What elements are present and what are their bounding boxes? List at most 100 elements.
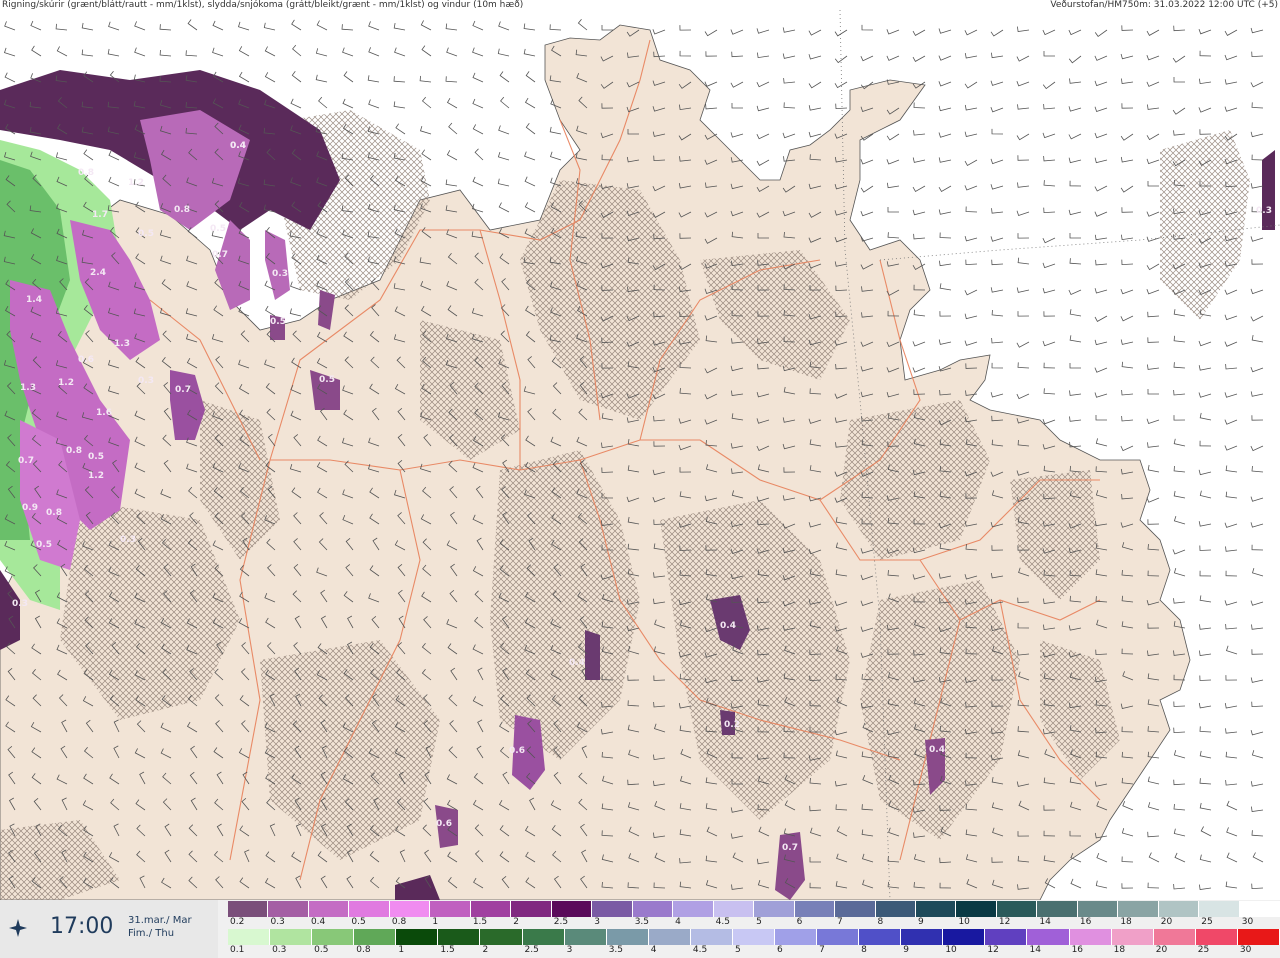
precip-value-label: 0.5 <box>319 375 335 385</box>
snow-swatch <box>1037 901 1078 917</box>
snow-label: 20 <box>1160 917 1173 927</box>
rain-swatch <box>943 929 986 945</box>
rain-swatch <box>270 929 313 945</box>
rain-swatch <box>859 929 902 945</box>
rain-label: 1.5 <box>440 945 455 955</box>
rain-label: 4.5 <box>692 945 708 955</box>
snow-swatch <box>673 901 714 917</box>
snow-label: 0.8 <box>391 917 407 927</box>
rain-swatch <box>901 929 944 945</box>
snow-swatch <box>835 901 876 917</box>
rain-label: 30 <box>1239 945 1252 955</box>
snow-swatch <box>389 901 431 917</box>
precip-value-label: 0.4 <box>929 745 945 755</box>
rain-swatch <box>228 929 271 945</box>
rain-label: 2 <box>482 945 489 955</box>
rain-label: 0.8 <box>356 945 371 955</box>
snow-swatch <box>228 901 269 917</box>
precip-value-label: 0.6 <box>436 819 452 829</box>
precip-value-label: 1.2 <box>88 471 104 481</box>
snow-label: 25 <box>1201 917 1213 927</box>
snow-swatch <box>430 901 471 917</box>
rain-label: 25 <box>1197 945 1210 955</box>
forecast-date: 31.mar./ Mar Fim./ Thu <box>128 914 192 940</box>
precip-value-label: 1.3 <box>114 339 130 349</box>
snow-swatch <box>308 901 350 917</box>
snow-label: 8 <box>877 917 884 927</box>
rain-swatch <box>438 929 481 945</box>
snow-label: 18 <box>1120 917 1132 927</box>
snow-label: 1.5 <box>472 917 488 927</box>
rain-label: 2.5 <box>524 945 539 955</box>
precip-value-label: 0.4 <box>720 621 736 631</box>
snow-swatch <box>996 901 1038 917</box>
rain-swatch <box>985 929 1028 945</box>
precip-value-label: 0.7 <box>175 385 191 395</box>
rain-swatch <box>1153 929 1196 945</box>
precip-value-label: 1.6 <box>96 408 112 418</box>
precip-value-label: 0.8 <box>78 168 94 178</box>
rain-label: 9 <box>903 945 909 955</box>
rain-swatch <box>1027 929 1070 945</box>
rain-swatch <box>564 929 607 945</box>
precip-value-label: 0.4 <box>230 141 246 151</box>
rain-label: 12 <box>987 945 999 955</box>
precip-value-label: 0.3 <box>12 599 28 609</box>
snow-swatch <box>349 901 390 917</box>
rain-label: 20 <box>1155 945 1168 955</box>
precip-value-label: 1.3 <box>20 383 36 393</box>
rain-label: 0.5 <box>314 945 329 955</box>
time-panel[interactable]: 17:00 31.mar./ Mar Fim./ Thu <box>0 900 218 958</box>
rain-label: 0.3 <box>272 945 287 955</box>
rain-label: 18 <box>1113 945 1126 955</box>
snow-swatch <box>1118 901 1159 917</box>
precip-value-label: 0.7 <box>212 250 228 260</box>
precip-value-label: 1.4 <box>26 295 42 305</box>
snow-label: 16 <box>1079 917 1092 927</box>
snow-swatch <box>1199 901 1240 917</box>
snow-label: 0.5 <box>351 917 366 927</box>
map-title: Rigning/skúrir (grænt/blátt/rautt - mm/1… <box>2 0 524 10</box>
precip-value-label: 0.3 <box>272 269 288 279</box>
precip-value-label: 0.5 <box>210 224 226 234</box>
rain-label: 16 <box>1071 945 1084 955</box>
precip-value-label: 0.5 <box>88 452 104 462</box>
rain-swatch <box>312 929 355 945</box>
snow-swatch <box>1077 901 1119 917</box>
precip-value-label: 0.6 <box>509 746 525 756</box>
rain-swatch <box>1111 929 1154 945</box>
date-line-2: Fim./ Thu <box>128 928 175 939</box>
snow-swatch <box>754 901 795 917</box>
precip-value-label: 0.5 <box>36 540 52 550</box>
precip-value-label: 0.7 <box>782 843 798 853</box>
snow-label: 12 <box>998 917 1011 927</box>
snow-label: 0.3 <box>270 917 285 927</box>
precip-value-label: 0.7 <box>18 456 34 466</box>
snow-swatch <box>592 901 633 917</box>
snow-label: 9 <box>917 917 924 927</box>
weather-map: 0.4 0.8 1.2 0.8 0.5 0.7 1.7 2.4 1.4 0.5 0.3 1.3 0.5 0… <box>0 0 1280 901</box>
snow-label: 2 <box>513 917 520 927</box>
snow-label: 4 <box>675 917 681 927</box>
precip-value-label: 0.3 <box>1256 206 1272 216</box>
rain-swatch <box>775 929 818 945</box>
rain-label: 10 <box>945 945 957 955</box>
rain-swatch <box>690 929 733 945</box>
snow-swatch <box>875 901 916 917</box>
snow-label: 1 <box>432 917 439 927</box>
snow-swatch <box>511 901 552 917</box>
snow-swatch <box>713 901 755 917</box>
snow-swatch <box>915 901 957 917</box>
rain-label: 5 <box>734 945 741 955</box>
rain-swatch <box>1237 929 1280 945</box>
precip-value-label: 0.3 <box>138 376 154 386</box>
rain-swatch <box>354 929 397 945</box>
precip-value-label: 0.8 <box>66 446 82 456</box>
four-point-star-icon <box>9 919 27 937</box>
rain-swatch <box>396 929 439 945</box>
precip-value-label: 0.5 <box>270 317 286 327</box>
rain-label: 0.1 <box>230 945 245 955</box>
snow-label: 30 <box>1241 917 1254 927</box>
snow-swatch <box>1239 901 1280 917</box>
rain-swatch <box>480 929 523 945</box>
